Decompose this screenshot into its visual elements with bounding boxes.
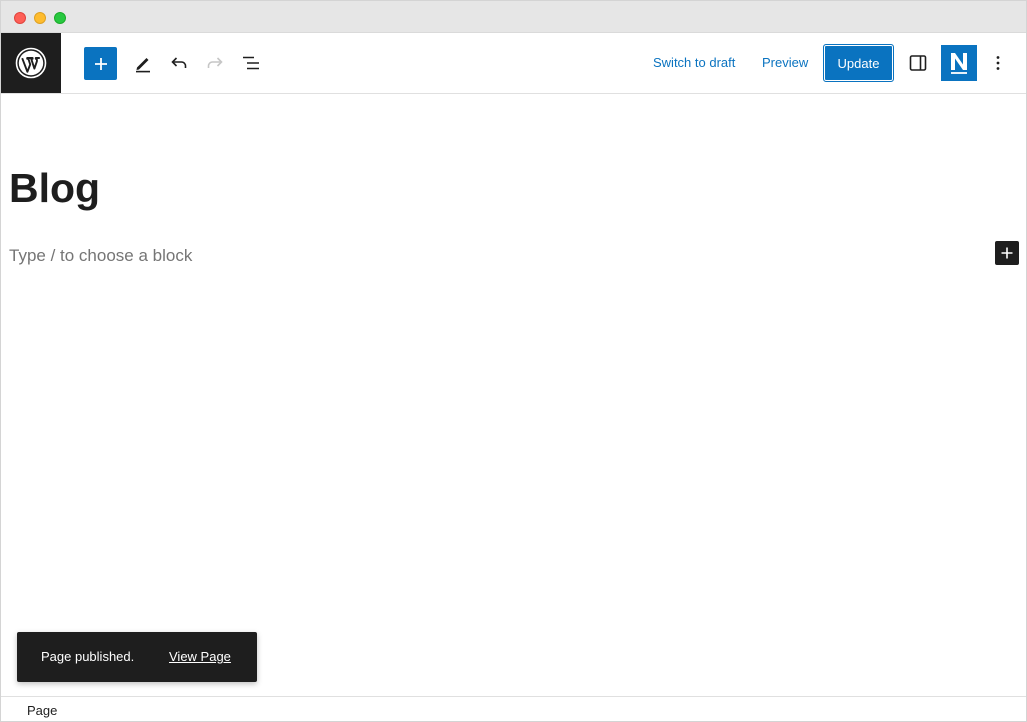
browser-window: Switch to draft Preview Update Blog Type… xyxy=(0,0,1027,722)
sidebar-toggle-icon xyxy=(909,55,927,71)
n-plugin-icon xyxy=(951,53,967,74)
block-placeholder[interactable]: Type / to choose a block xyxy=(9,244,192,268)
close-window-button[interactable] xyxy=(14,12,26,24)
wordpress-logo-button[interactable] xyxy=(1,33,61,93)
view-page-link[interactable]: View Page xyxy=(169,648,231,666)
vertical-ellipsis-icon xyxy=(996,56,1000,70)
redo-icon xyxy=(207,57,223,68)
update-button-label: Update xyxy=(837,55,880,71)
window-titlebar xyxy=(1,1,1026,33)
add-block-button[interactable] xyxy=(84,47,117,80)
plugin-button[interactable] xyxy=(941,45,977,81)
preview-button[interactable]: Preview xyxy=(762,52,808,74)
snackbar-notice: Page published. View Page xyxy=(17,632,257,682)
undo-button[interactable] xyxy=(161,45,197,81)
minimize-window-button[interactable] xyxy=(34,12,46,24)
wordpress-logo-icon xyxy=(15,47,47,79)
editor-footer: Page xyxy=(1,696,1026,721)
plus-icon xyxy=(1001,247,1013,259)
switch-to-draft-button[interactable]: Switch to draft xyxy=(653,52,735,74)
maximize-window-button[interactable] xyxy=(54,12,66,24)
update-button[interactable]: Update xyxy=(823,44,894,82)
options-button[interactable] xyxy=(980,45,1016,81)
post-title[interactable]: Blog xyxy=(9,163,100,213)
block-add-button[interactable] xyxy=(995,241,1019,265)
list-view-icon xyxy=(243,56,259,70)
settings-button[interactable] xyxy=(900,45,936,81)
redo-button[interactable] xyxy=(197,45,233,81)
breadcrumb-page[interactable]: Page xyxy=(27,703,57,719)
tools-button[interactable] xyxy=(125,45,161,81)
snackbar-message: Page published. xyxy=(41,649,135,664)
list-view-button[interactable] xyxy=(233,45,269,81)
plus-icon xyxy=(94,57,107,70)
editor-header: Switch to draft Preview Update xyxy=(1,33,1026,94)
pencil-icon xyxy=(136,58,150,73)
undo-icon xyxy=(171,57,187,68)
